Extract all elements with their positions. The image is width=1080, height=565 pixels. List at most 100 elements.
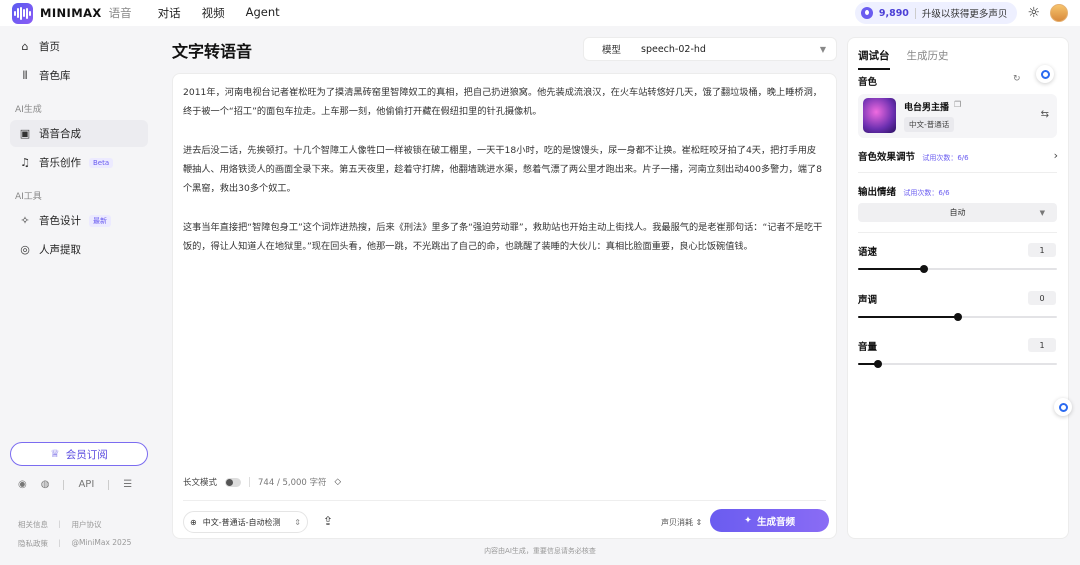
globe-icon: ⊕ — [190, 517, 197, 527]
slider-value[interactable]: 1 — [1028, 338, 1056, 352]
emotion-value: 自动 — [949, 208, 966, 217]
voice-thumbnail — [863, 98, 896, 133]
sidebar-item-home[interactable]: ⌂ 首页 — [10, 33, 148, 60]
generate-button[interactable]: ✦ 生成音频 — [710, 509, 829, 532]
music-icon: ♫ — [20, 156, 30, 169]
clear-icon[interactable]: ◇ — [335, 477, 342, 487]
wechat-icon[interactable]: ◍ — [41, 479, 50, 490]
credit-amount: 9,890 — [878, 7, 909, 19]
sidebar-item-vocal-extract[interactable]: ◎ 人声提取 — [10, 236, 148, 263]
slider-label: 语速 — [858, 247, 878, 258]
emotion-row: 输出情绪 试用次数：6/6 — [858, 184, 950, 198]
sidebar-item-label: 音色设计 — [39, 215, 81, 227]
brand-sub: 语音 — [108, 6, 132, 20]
slider-label: 声调 — [858, 295, 878, 306]
sidebar-item-label: 音乐创作 — [39, 157, 81, 169]
paragraph: 2011年，河南电视台记者崔松旺为了摸清黑砖窑里智障奴工的真相，把自己扔进狼窝。… — [183, 87, 822, 118]
footer-links-row1: 相关信息 ｜ 用户协议 — [18, 519, 102, 530]
long-mode-row: 长文模式 744 / 5,000 字符 ◇ — [183, 476, 341, 488]
design-icon: ✧ — [20, 214, 30, 227]
editor-text[interactable]: 2011年，河南电视台记者崔松旺为了摸清黑砖窑里智障奴工的真相，把自己扔进狼窝。… — [183, 83, 823, 276]
copy-icon[interactable]: ❐ — [954, 100, 961, 109]
nav-agent[interactable]: Agent — [246, 5, 280, 21]
swap-icon[interactable]: ⇆ — [1041, 109, 1049, 120]
sidebar-item-label: 首页 — [39, 41, 60, 53]
sidebar-item-tts[interactable]: ▣ 语音合成 — [10, 120, 148, 147]
tab-debug[interactable]: 调试台 — [858, 48, 890, 70]
tab-history[interactable]: 生成历史 — [907, 48, 949, 70]
emotion-label: 输出情绪 — [858, 187, 897, 198]
trial-count: 试用次数：6/6 — [922, 154, 969, 162]
coin-icon — [860, 7, 873, 19]
social-links: ◉ ◍ API ☰ — [18, 479, 132, 490]
page-title: 文字转语音 — [172, 42, 253, 61]
upload-icon[interactable]: ⇪ — [318, 511, 338, 531]
disclaimer: 内容由AI生成，重要信息请务必核查 — [484, 547, 596, 555]
refresh-icon[interactable]: ↻ — [1013, 74, 1021, 84]
speed-slider[interactable] — [858, 265, 1057, 273]
trial-count: 试用次数：6/6 — [903, 189, 950, 197]
chevron-down-icon: ▼ — [1039, 208, 1045, 217]
avatar[interactable] — [1050, 4, 1068, 22]
language-value: 中文-普通话-自动检测 — [202, 517, 281, 527]
sidebar-item-voice-design[interactable]: ✧ 音色设计 最新 — [10, 207, 148, 234]
paragraph: 这事当年直接把“智障包身工”这个词炸进热搜，后来《刑法》里多了条“强迫劳动罪”，… — [183, 222, 823, 253]
docs-icon[interactable]: ☰ — [123, 479, 132, 490]
home-icon: ⌂ — [21, 40, 29, 53]
sidebar-item-music[interactable]: ♫ 音乐创作 Beta — [10, 149, 148, 176]
long-mode-label: 长文模式 — [183, 478, 218, 488]
discord-icon[interactable]: ◉ — [18, 479, 27, 490]
chevron-right-icon[interactable]: › — [1054, 149, 1058, 162]
slider-knob[interactable] — [953, 313, 962, 321]
cost-text: 声贝消耗 — [661, 518, 693, 527]
sparkle-icon: ✦ — [744, 515, 752, 526]
model-select[interactable]: 模型 speech-02-hd ▼ — [583, 37, 837, 61]
slider-knob[interactable] — [873, 360, 882, 368]
subscribe-button[interactable]: ♕ 会员订阅 — [10, 442, 148, 466]
emotion-select[interactable]: 自动 ▼ — [858, 203, 1057, 222]
upgrade-link[interactable]: 升级以获得更多声贝 — [922, 6, 1008, 20]
assistant-icon[interactable] — [1036, 65, 1054, 83]
updown-icon: ⇕ — [695, 518, 703, 527]
sidebar-item-label: 音色库 — [39, 70, 71, 82]
theme-toggle-icon[interactable]: ☼ — [1027, 5, 1040, 21]
section-ai-tools: AI工具 — [15, 192, 42, 202]
chevron-down-icon: ▼ — [819, 44, 826, 54]
effect-row[interactable]: 音色效果调节 试用次数：6/6 — [858, 149, 969, 163]
sidebar-item-library[interactable]: ⫴ 音色库 — [10, 62, 148, 89]
top-nav: 对话 视频 Agent — [158, 5, 280, 21]
voice-label: 音色 — [858, 77, 878, 88]
updown-icon: ⇕ — [294, 517, 301, 527]
extract-icon: ◎ — [20, 243, 30, 256]
pitch-slider[interactable] — [858, 313, 1057, 321]
voice-tag: 中文-普通话 — [904, 117, 955, 132]
generate-label: 生成音频 — [756, 516, 795, 528]
logo-icon — [12, 2, 33, 24]
nav-video[interactable]: 视频 — [202, 5, 225, 21]
volume-slider[interactable] — [858, 360, 1057, 368]
agreement-link[interactable]: 用户协议 — [72, 519, 102, 530]
brand-name: MINIMAX — [40, 6, 102, 20]
nav-chat[interactable]: 对话 — [158, 5, 181, 21]
voice-card[interactable]: 电台男主播 ❐ 中文-普通话 ⇆ — [858, 94, 1057, 138]
paragraph: 进去后没二话，先挨顿打。十几个智障工人像牲口一样被锁在破工棚里，一天干18小时，… — [183, 144, 822, 195]
logo[interactable]: MINIMAX 语音 — [12, 2, 132, 24]
new-badge: 最新 — [89, 214, 111, 227]
slider-value[interactable]: 1 — [1028, 243, 1056, 257]
feedback-icon[interactable] — [1054, 398, 1072, 416]
settings-panel: 调试台 生成历史 音色 ↻ 电台男主播 ❐ 中文-普通话 ⇆ 音色效果调节 试用… — [847, 37, 1069, 539]
slider-knob[interactable] — [919, 265, 928, 273]
related-link[interactable]: 相关信息 — [18, 519, 48, 530]
slider-value[interactable]: 0 — [1028, 291, 1056, 305]
model-value: speech-02-hd — [641, 43, 706, 55]
text-editor[interactable]: 2011年，河南电视台记者崔松旺为了摸清黑砖窑里智障奴工的真相，把自己扔进狼窝。… — [172, 73, 837, 539]
cost-label[interactable]: 声贝消耗 ⇕ — [661, 517, 702, 528]
model-label: 模型 — [602, 45, 622, 56]
long-mode-toggle[interactable] — [225, 477, 242, 487]
language-select[interactable]: ⊕ 中文-普通话-自动检测 ⇕ — [183, 511, 308, 533]
credits-pill[interactable]: 9,890 升级以获得更多声贝 — [854, 2, 1018, 24]
tts-icon: ▣ — [19, 127, 31, 140]
beta-badge: Beta — [89, 157, 114, 168]
slider-label: 音量 — [858, 342, 878, 353]
api-link[interactable]: API — [78, 479, 94, 490]
